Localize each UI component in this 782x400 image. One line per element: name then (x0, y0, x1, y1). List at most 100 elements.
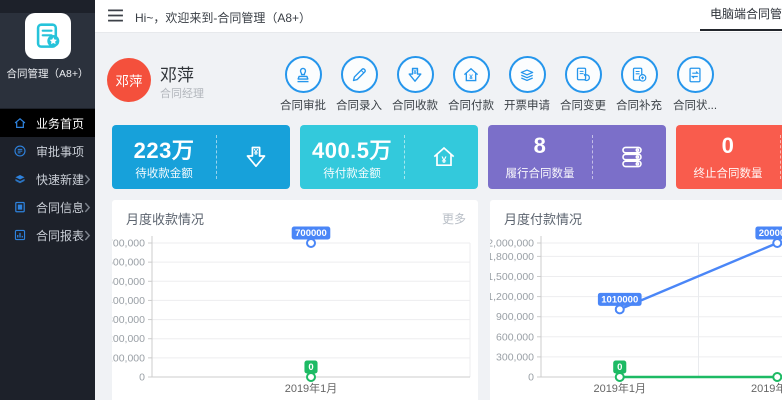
quick-action-label: 合同收款 (392, 97, 438, 113)
sidebar-item-contract-reports[interactable]: 合同报表 (0, 221, 95, 249)
quick-action-contract-change[interactable]: 合同变更 (555, 56, 611, 113)
sidebar-item-contract-info[interactable]: 合同信息 (0, 193, 95, 221)
pay-yen-icon: ¥ (460, 64, 482, 86)
quick-action-contract-payment[interactable]: ¥合同付款 (443, 56, 499, 113)
svg-text:2019年1月: 2019年1月 (285, 381, 338, 395)
audit-icon (13, 144, 27, 158)
tab-desktop-contract-management[interactable]: 电脑端合同管理 (700, 0, 782, 31)
sidebar-item-label: 业务首页 (36, 115, 87, 132)
sidebar-item-label: 合同信息 (36, 199, 84, 216)
app-title: 合同管理（A8+） (0, 66, 95, 81)
card-pay-icon: ¥ (418, 140, 470, 174)
quick-action-contract-supplement[interactable]: 合同补充 (611, 56, 667, 113)
user-name: 邓萍 (160, 61, 194, 86)
chevron-right-icon (84, 230, 91, 241)
sidebar-menu: 业务首页审批事项快速新建合同信息合同报表 (0, 108, 95, 249)
avatar[interactable]: 邓萍 (107, 58, 151, 102)
card-stack-icon (606, 140, 658, 174)
svg-text:0: 0 (617, 362, 622, 373)
charts-row: 月度收款情况更多0100,000200,000300,000400,000500… (112, 200, 782, 400)
home-icon (13, 116, 27, 130)
card-divider (592, 135, 593, 179)
doc-refresh-icon (572, 64, 594, 86)
sidebar-item-approval-items[interactable]: 审批事项 (0, 137, 95, 165)
user-role: 合同经理 (160, 85, 204, 101)
card-receive-icon: ¥ (240, 141, 272, 173)
report-icon (13, 228, 27, 242)
app-logo[interactable]: 合同管理（A8+） (0, 13, 95, 108)
invoice-request-circle (509, 56, 546, 93)
stat-label: 待收款金额 (112, 165, 216, 181)
contract-payment-circle: ¥ (453, 56, 490, 93)
stat-value: 0 (676, 133, 780, 159)
contract-supplement-circle (621, 56, 658, 93)
svg-text:¥: ¥ (254, 148, 259, 157)
doc-icon (13, 200, 27, 214)
quick-action-label: 合同录入 (336, 97, 382, 113)
svg-text:300,000: 300,000 (112, 314, 145, 326)
svg-text:100,000: 100,000 (112, 352, 145, 364)
quick-action-contract-approval[interactable]: 合同审批 (275, 56, 331, 113)
stat-card-receivable-amount[interactable]: 223万待收款金额 ¥ (112, 125, 290, 189)
svg-text:¥: ¥ (441, 155, 446, 165)
quick-action-label: 合同变更 (560, 97, 606, 113)
sidebar-item-label: 审批事项 (36, 143, 87, 160)
stat-card-payable-amount[interactable]: 400.5万待付款金额 ¥ (300, 125, 478, 189)
cube-icon (13, 172, 27, 186)
quick-actions-row: 合同审批合同录入 ¥ 合同收款 ¥合同付款开票申请合同变更合同补充合同状... (275, 56, 723, 113)
contract-receipt-circle: ¥ (397, 56, 434, 93)
chevron-right-icon (84, 174, 91, 185)
svg-text:900,000: 900,000 (496, 311, 534, 323)
layers-icon (516, 64, 538, 86)
svg-text:2019年2月: 2019年2月 (751, 381, 782, 395)
svg-text:700000: 700000 (295, 228, 327, 239)
quick-action-contract-entry[interactable]: 合同录入 (331, 56, 387, 113)
menu-toggle-icon[interactable] (107, 9, 124, 22)
quick-action-label: 开票申请 (504, 97, 550, 113)
svg-text:400,000: 400,000 (112, 295, 145, 307)
stamp-icon (292, 64, 314, 86)
svg-text:2,000,000: 2,000,000 (490, 238, 534, 250)
stat-label: 待付款金额 (300, 165, 404, 181)
contract-entry-circle (341, 56, 378, 93)
chart-panel-monthly-payments: 月度付款情况0300,000600,000900,0001,200,0001,5… (490, 200, 782, 400)
doc-plus-icon (628, 64, 650, 86)
stat-card-executing-contracts[interactable]: 8 履行合同数量 (488, 125, 666, 189)
svg-text:1010000: 1010000 (601, 295, 638, 306)
card-stack-icon (616, 141, 648, 173)
svg-text:200,000: 200,000 (112, 333, 145, 345)
sidebar-item-label: 快速新建 (36, 171, 84, 188)
top-header: Hi~，欢迎来到-合同管理（A8+） 电脑端合同管理 (95, 0, 782, 33)
card-receive-icon: ¥ (230, 140, 282, 174)
stat-value: 400.5万 (300, 133, 404, 165)
contract-change-circle (565, 56, 602, 93)
stat-card-terminated-contracts[interactable]: 0 终止合同数量 (676, 125, 782, 189)
sidebar-item-label: 合同报表 (36, 227, 84, 244)
contract-management-dashboard: 合同管理（A8+） 业务首页审批事项快速新建合同信息合同报表 Hi~，欢迎来到-… (0, 0, 782, 400)
sidebar-item-quick-create[interactable]: 快速新建 (0, 165, 95, 193)
svg-text:2019年1月: 2019年1月 (593, 381, 646, 395)
greeting-text: Hi~，欢迎来到-合同管理（A8+） (135, 9, 311, 26)
stat-value: 8 (488, 133, 592, 159)
svg-text:300,000: 300,000 (496, 351, 534, 363)
chart-panel-monthly-receipts: 月度收款情况更多0100,000200,000300,000400,000500… (112, 200, 478, 400)
avatar-text: 邓萍 (116, 70, 143, 90)
more-link[interactable]: 更多 (442, 210, 466, 227)
quick-action-contract-receipt[interactable]: ¥ 合同收款 (387, 56, 443, 113)
card-divider (780, 135, 781, 179)
svg-text:0: 0 (139, 372, 145, 384)
sidebar-item-business-home[interactable]: 业务首页 (0, 109, 95, 137)
sidebar: 合同管理（A8+） 业务首页审批事项快速新建合同信息合同报表 (0, 0, 95, 400)
stat-value: 223万 (112, 133, 216, 165)
svg-text:1,500,000: 1,500,000 (490, 271, 534, 283)
stat-label: 终止合同数量 (676, 165, 780, 181)
svg-text:600,000: 600,000 (112, 257, 145, 269)
pencil-icon (348, 64, 370, 86)
card-pay-icon: ¥ (428, 141, 460, 173)
tab-label: 电脑端合同管理 (710, 7, 782, 21)
logo-tile (25, 13, 71, 59)
quick-action-invoice-request[interactable]: 开票申请 (499, 56, 555, 113)
stat-label: 履行合同数量 (488, 165, 592, 181)
quick-action-contract-status[interactable]: 合同状... (667, 56, 723, 113)
stat-cards-row: 223万待收款金额 ¥400.5万待付款金额 ¥8 履行合同数量 0 终止合同数量 (112, 125, 782, 189)
